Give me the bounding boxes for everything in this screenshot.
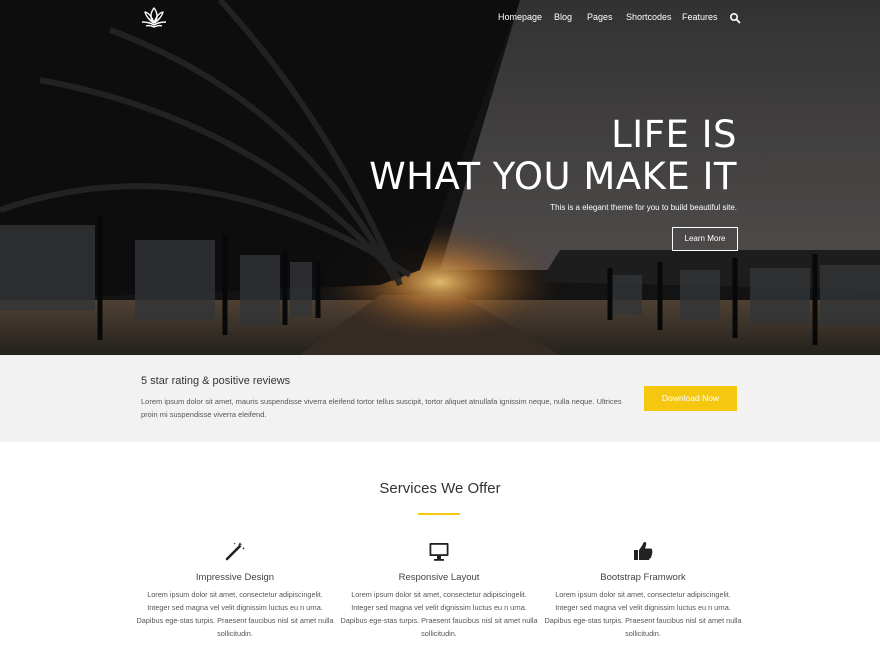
hero-title-line1: LIFE IS bbox=[611, 113, 737, 156]
nav-item-shortcodes[interactable]: Shortcodes bbox=[626, 12, 672, 22]
nav-item-features[interactable]: Features bbox=[682, 12, 718, 22]
title-divider bbox=[418, 513, 460, 515]
hero-title-line2: WHAT YOU MAKE IT bbox=[369, 155, 737, 198]
service-text: Lorem ipsum dolor sit amet, consectetur … bbox=[136, 590, 334, 638]
reviews-band: 5 star rating & positive reviews Lorem i… bbox=[0, 355, 880, 442]
hero-section: Homepage Blog Pages Shortcodes Features … bbox=[0, 0, 880, 355]
service-title: Impressive Design bbox=[195, 572, 275, 583]
service-title: Bootstrap Framwork bbox=[600, 572, 686, 583]
hero-title: LIFE IS WHAT YOU MAKE IT bbox=[369, 114, 737, 198]
monitor-icon bbox=[429, 543, 449, 561]
nav-item-blog[interactable]: Blog bbox=[554, 12, 572, 22]
hero-subtitle: This is a elegant theme for you to build… bbox=[550, 203, 737, 212]
service-card-responsive: Responsive Layout Lorem ipsum dolor sit … bbox=[339, 540, 539, 640]
download-now-button[interactable]: Download Now bbox=[644, 386, 737, 411]
reviews-heading: 5 star rating & positive reviews bbox=[141, 375, 291, 387]
lotus-logo-icon[interactable] bbox=[140, 5, 168, 31]
services-title: Services We Offer bbox=[379, 480, 501, 497]
top-navigation: Homepage Blog Pages Shortcodes Features bbox=[0, 0, 880, 36]
service-text: Lorem ipsum dolor sit amet, consectetur … bbox=[544, 590, 742, 638]
service-card-design: Impressive Design Lorem ipsum dolor sit … bbox=[135, 540, 335, 640]
learn-more-button[interactable]: Learn More bbox=[672, 227, 738, 251]
search-icon[interactable] bbox=[729, 12, 741, 24]
nav-item-pages[interactable]: Pages bbox=[587, 12, 613, 22]
thumbs-up-icon bbox=[634, 542, 653, 560]
service-title: Responsive Layout bbox=[398, 572, 480, 583]
service-card-bootstrap: Bootstrap Framwork Lorem ipsum dolor sit… bbox=[543, 540, 743, 640]
magic-wand-icon bbox=[225, 542, 245, 561]
nav-item-homepage[interactable]: Homepage bbox=[498, 12, 542, 22]
reviews-text: Lorem ipsum dolor sit amet, mauris suspe… bbox=[141, 397, 622, 419]
service-text: Lorem ipsum dolor sit amet, consectetur … bbox=[340, 590, 538, 638]
